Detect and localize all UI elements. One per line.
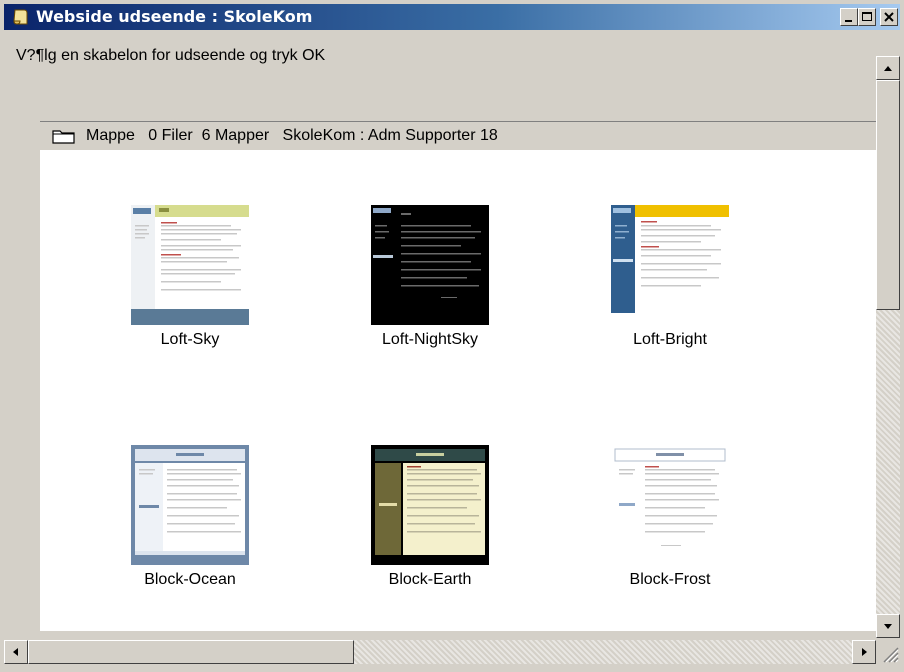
folder-count: 6 Mapper (201, 127, 270, 144)
template-thumbnail (371, 445, 489, 565)
status-text: Mappe 0 Filer 6 Mapper SkoleKom : Adm Su… (86, 127, 498, 145)
template-label: Block-Earth (388, 571, 472, 588)
template-label: Loft-Bright (633, 331, 707, 348)
template-thumbnail (611, 445, 729, 565)
template-list: Loft-Sky Loft-NightSky Loft-Bright Block… (40, 151, 876, 631)
window: Webside udseende : SkoleKom V?¶lg en ska… (0, 0, 904, 672)
template-label: Loft-NightSky (381, 331, 479, 348)
scroll-left-button[interactable] (4, 640, 28, 664)
template-item-loft-nightsky[interactable]: Loft-NightSky (330, 205, 530, 349)
template-label: Block-Ocean (144, 571, 236, 588)
close-icon (884, 12, 894, 22)
scroll-down-button[interactable] (876, 614, 900, 638)
template-thumbnail (371, 205, 489, 325)
scroll-icon (13, 9, 28, 25)
resize-grip[interactable] (876, 640, 900, 664)
scroll-right-button[interactable] (852, 640, 876, 664)
horizontal-scroll-thumb[interactable] (28, 640, 354, 664)
template-thumbnail (131, 445, 249, 565)
template-item-block-ocean[interactable]: Block-Ocean (90, 445, 290, 589)
maximize-icon (862, 12, 872, 21)
minimize-icon (845, 20, 852, 22)
resize-grip-icon (883, 647, 899, 663)
arrow-up-icon (884, 66, 892, 71)
template-item-block-earth[interactable]: Block-Earth (330, 445, 530, 589)
folder-status-bar: Mappe 0 Filer 6 Mapper SkoleKom : Adm Su… (40, 121, 876, 151)
vertical-scroll-thumb[interactable] (876, 80, 900, 310)
template-thumbnail (131, 205, 249, 325)
minimize-button[interactable] (840, 8, 858, 26)
arrow-left-icon (13, 648, 18, 656)
template-label: Loft-Sky (160, 331, 220, 348)
arrow-right-icon (862, 648, 867, 656)
folder-icon (52, 130, 75, 144)
maximize-button[interactable] (858, 8, 876, 26)
vertical-scrollbar[interactable] (876, 56, 900, 638)
template-item-loft-sky[interactable]: Loft-Sky (90, 205, 290, 349)
title-bar[interactable]: Webside udseende : SkoleKom (4, 4, 900, 30)
close-button[interactable] (880, 8, 898, 26)
template-item-loft-bright[interactable]: Loft-Bright (570, 205, 770, 349)
arrow-down-icon (884, 624, 892, 629)
scroll-up-button[interactable] (876, 56, 900, 80)
instruction-text: V?¶lg en skabelon for udseende og tryk O… (16, 47, 326, 64)
template-label: Block-Frost (629, 571, 711, 588)
horizontal-scrollbar[interactable] (4, 640, 876, 664)
location-label: SkoleKom : Adm Supporter 18 (282, 127, 498, 144)
window-title: Webside udseende : SkoleKom (36, 7, 313, 26)
folder-label: Mappe (86, 127, 135, 144)
file-count: 0 Filer (148, 127, 193, 144)
template-thumbnail (611, 205, 729, 325)
template-item-block-frost[interactable]: Block-Frost (570, 445, 770, 589)
